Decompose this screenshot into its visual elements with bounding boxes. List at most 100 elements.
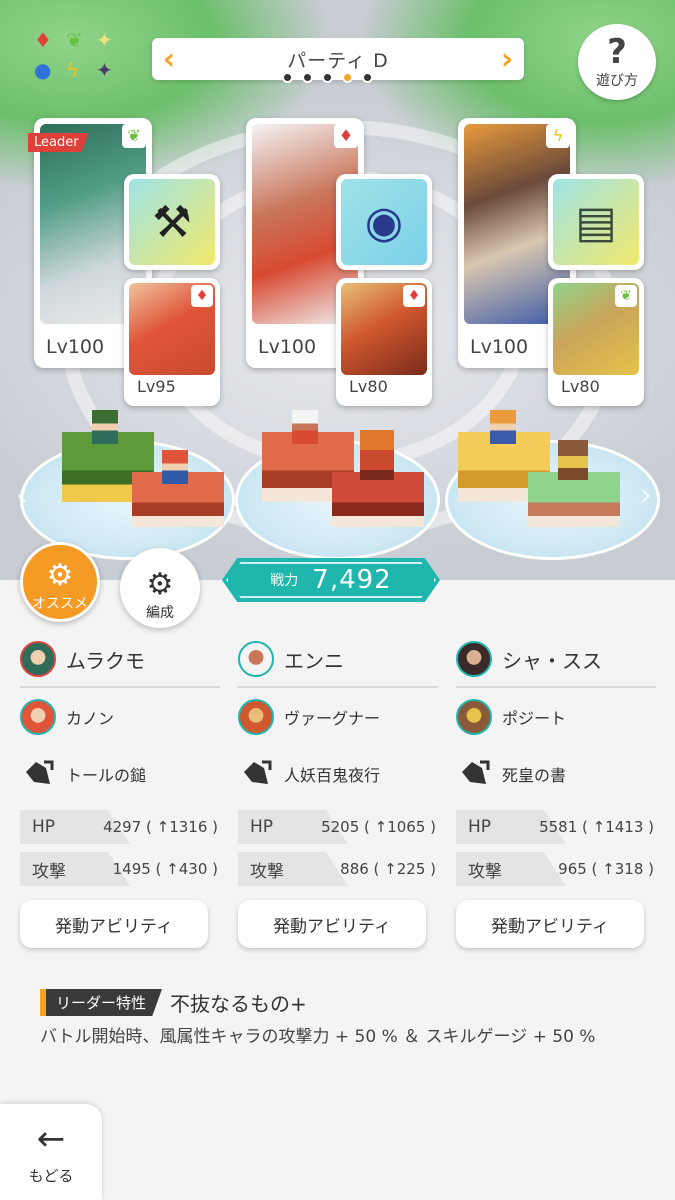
ability-button-slot-2[interactable]: 発動アビリティ bbox=[238, 900, 426, 948]
equipment-slot[interactable]: ◉ bbox=[336, 174, 432, 270]
leader-skill-header: リーダー特性 不抜なるもの+ bbox=[40, 988, 640, 1017]
character-sprite bbox=[92, 410, 118, 444]
leader-skill-name: 不抜なるもの+ bbox=[170, 992, 307, 1016]
sub-character-card[interactable]: ♦ Lv95 bbox=[124, 278, 220, 406]
sub-character-level: Lv80 bbox=[349, 377, 388, 396]
recommend-button[interactable]: ⚙ オススメ bbox=[20, 542, 100, 622]
main-character-name: ムラクモ bbox=[66, 648, 145, 673]
page-dot-active[interactable] bbox=[342, 72, 353, 83]
scroll-left-icon[interactable]: ‹ bbox=[16, 478, 28, 513]
edit-party-button[interactable]: ⚙ 編成 bbox=[120, 548, 200, 628]
main-character-row[interactable]: シャ・スス bbox=[456, 632, 656, 688]
hp-stat: HP 5581 ( ↑1413 ) bbox=[456, 810, 656, 844]
page-dot[interactable] bbox=[282, 72, 293, 83]
attack-value: 1495 ( ↑430 ) bbox=[112, 860, 218, 878]
main-character-avatar bbox=[456, 641, 492, 677]
equipment-row[interactable]: 人妖百鬼夜行 bbox=[238, 746, 438, 802]
character-sprite bbox=[360, 430, 394, 480]
help-label: 遊び方 bbox=[596, 73, 638, 89]
sub-character-row[interactable]: ポジート bbox=[456, 688, 656, 746]
main-character-row[interactable]: エンニ bbox=[238, 632, 438, 688]
water-icon: ● bbox=[34, 58, 52, 82]
equipment-slot[interactable]: ▤ bbox=[548, 174, 644, 270]
equipment-row[interactable]: 死皇の書 bbox=[456, 746, 656, 802]
lightning-attribute-icon: ϟ bbox=[546, 124, 570, 148]
party-page-indicator bbox=[282, 72, 373, 83]
lightning-icon: ϟ bbox=[66, 58, 80, 82]
hp-label: HP bbox=[32, 817, 56, 837]
attribute-filter[interactable]: ♦ ❦ ✦ ● ϟ ✦ bbox=[30, 28, 120, 88]
equipment-name: 人妖百鬼夜行 bbox=[284, 766, 381, 785]
equipment-row[interactable]: トールの鎚 bbox=[20, 746, 220, 802]
main-character-name: エンニ bbox=[284, 648, 344, 673]
attack-value: 965 ( ↑318 ) bbox=[558, 860, 654, 878]
page-dot[interactable] bbox=[322, 72, 333, 83]
attack-label: 攻撃 bbox=[468, 861, 502, 882]
slot-stats-column: エンニ ヴァーグナー 人妖百鬼夜行 HP 5205 ( ↑1065 ) 攻撃 8… bbox=[238, 632, 438, 886]
edit-label: 編成 bbox=[146, 605, 174, 621]
hp-value: 4297 ( ↑1316 ) bbox=[103, 818, 218, 836]
sub-character-level: Lv95 bbox=[137, 377, 176, 396]
hp-label: HP bbox=[250, 817, 274, 837]
character-sprite bbox=[490, 410, 516, 444]
character-level: Lv100 bbox=[46, 336, 105, 358]
hp-stat: HP 4297 ( ↑1316 ) bbox=[20, 810, 220, 844]
leaf-icon: ❦ bbox=[66, 28, 83, 52]
back-button[interactable]: ← もどる bbox=[0, 1104, 102, 1200]
character-level: Lv100 bbox=[258, 336, 317, 358]
sub-character-avatar bbox=[456, 699, 492, 735]
keyhole-gear-icon: ⚙ bbox=[146, 567, 174, 602]
fire-attribute-icon: ♦ bbox=[403, 285, 425, 307]
page-dot[interactable] bbox=[302, 72, 313, 83]
attack-value: 886 ( ↑225 ) bbox=[340, 860, 436, 878]
leader-tag: Leader bbox=[28, 133, 89, 152]
scroll-right-icon[interactable]: › bbox=[640, 478, 652, 513]
prev-party-button[interactable]: ‹ bbox=[156, 38, 182, 80]
character-sprite bbox=[292, 410, 318, 444]
attack-label: 攻撃 bbox=[32, 861, 66, 882]
next-party-button[interactable]: › bbox=[494, 38, 520, 80]
main-character-avatar bbox=[20, 641, 56, 677]
diamond-icon: ♦ bbox=[34, 28, 52, 52]
attack-stat: 攻撃 1495 ( ↑430 ) bbox=[20, 852, 220, 886]
ability-button-slot-1[interactable]: 発動アビリティ bbox=[20, 900, 208, 948]
power-label: 戦力 bbox=[270, 573, 299, 589]
sub-character-card[interactable]: ♦ Lv80 bbox=[336, 278, 432, 406]
dark-star-icon: ✦ bbox=[96, 58, 113, 82]
weapon-icon bbox=[20, 756, 56, 792]
wind-attribute-icon: ❦ bbox=[122, 124, 146, 148]
recommend-label: オススメ bbox=[32, 596, 88, 612]
leader-skill: リーダー特性 不抜なるもの+ バトル開始時、風属性キャラの攻撃力 + 50 % … bbox=[40, 988, 640, 1050]
sub-character-level: Lv80 bbox=[561, 377, 600, 396]
back-label: もどる bbox=[28, 1166, 74, 1185]
sub-character-row[interactable]: ヴァーグナー bbox=[238, 688, 438, 746]
hp-label: HP bbox=[468, 817, 492, 837]
equipment-name: 死皇の書 bbox=[502, 766, 567, 785]
party-title: パーティ D bbox=[287, 49, 389, 72]
ability-button-slot-3[interactable]: 発動アビリティ bbox=[456, 900, 644, 948]
party-scene: ♦ ❦ ✦ ● ϟ ✦ ‹ パーティ D › ? 遊び方 Leader ❦ Lv… bbox=[0, 0, 675, 580]
weapon-icon bbox=[456, 756, 492, 792]
sub-character-name: ポジート bbox=[502, 709, 567, 728]
slot-stats-column: ムラクモ カノン トールの鎚 HP 4297 ( ↑1316 ) 攻撃 1495… bbox=[20, 632, 220, 886]
attack-stat: 攻撃 965 ( ↑318 ) bbox=[456, 852, 656, 886]
sparkle-icon: ✦ bbox=[96, 28, 113, 52]
attack-stat: 攻撃 886 ( ↑225 ) bbox=[238, 852, 438, 886]
pixel-block bbox=[332, 472, 424, 527]
hp-value: 5205 ( ↑1065 ) bbox=[321, 818, 436, 836]
question-icon: ? bbox=[607, 32, 627, 72]
main-character-row[interactable]: ムラクモ bbox=[20, 632, 220, 688]
help-button[interactable]: ? 遊び方 bbox=[578, 24, 656, 100]
pixel-block bbox=[528, 472, 620, 527]
page-dot[interactable] bbox=[362, 72, 373, 83]
sub-character-avatar bbox=[238, 699, 274, 735]
orb-icon: ◉ bbox=[341, 179, 427, 265]
equipment-slot[interactable]: ⚒ bbox=[124, 174, 220, 270]
fire-attribute-icon: ♦ bbox=[334, 124, 358, 148]
character-sprite bbox=[162, 450, 188, 484]
sub-character-row[interactable]: カノン bbox=[20, 688, 220, 746]
sub-character-card[interactable]: ❦ Lv80 bbox=[548, 278, 644, 406]
hp-value: 5581 ( ↑1413 ) bbox=[539, 818, 654, 836]
hammer-icon: ⚒ bbox=[129, 179, 215, 265]
recommend-icon: ⚙ bbox=[46, 558, 74, 593]
